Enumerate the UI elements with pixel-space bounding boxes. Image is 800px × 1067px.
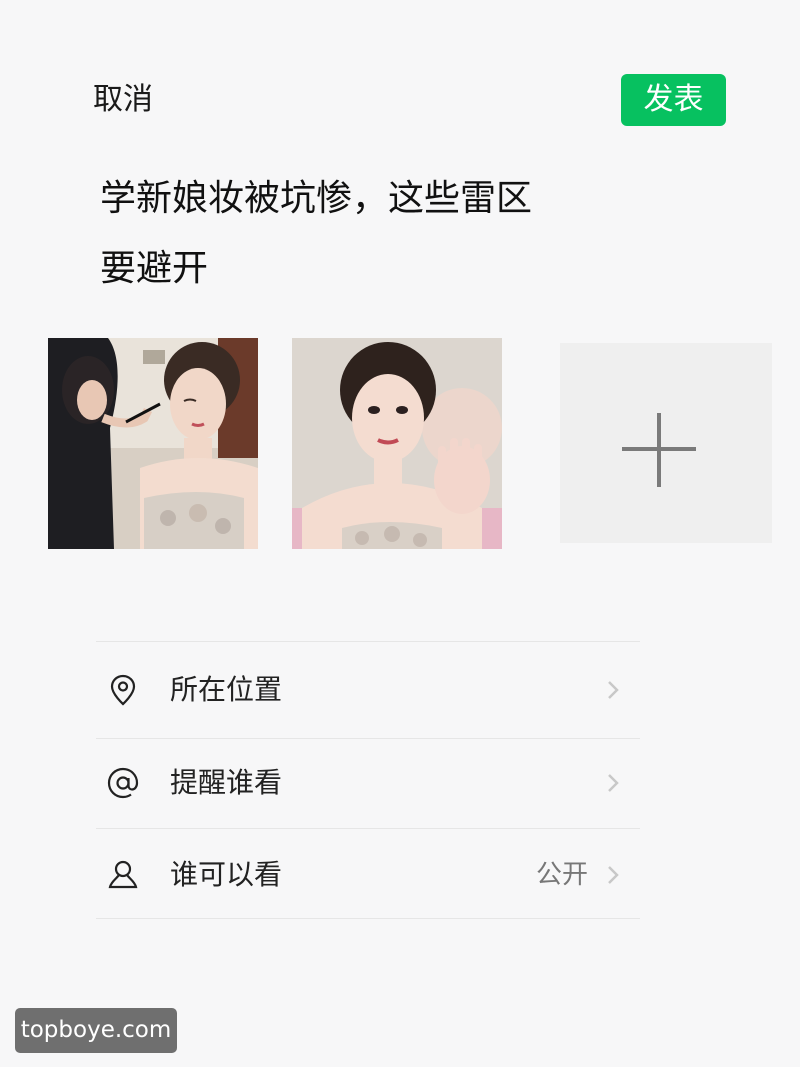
person-icon: [108, 860, 138, 889]
cancel-button[interactable]: 取消: [93, 80, 153, 120]
visibility-row[interactable]: 谁可以看 公开: [96, 830, 640, 920]
visibility-value: 公开: [535, 860, 588, 890]
location-row[interactable]: 所在位置: [96, 645, 640, 735]
chevron-right-icon: [608, 866, 619, 884]
chevron-right-icon: [608, 681, 619, 699]
chevron-right-icon: [608, 774, 619, 792]
photo-thumbnail-2[interactable]: [292, 338, 502, 549]
add-photo-button[interactable]: [560, 343, 772, 543]
photo-thumbnail-1[interactable]: [48, 338, 258, 549]
divider: [96, 641, 640, 642]
divider: [96, 828, 640, 829]
visibility-label: 谁可以看: [170, 858, 283, 891]
divider: [96, 918, 640, 919]
watermark-badge: topboye.com: [15, 1008, 177, 1053]
bride-waving-photo: [292, 338, 502, 549]
publish-button[interactable]: 发表: [621, 74, 726, 126]
mention-row[interactable]: 提醒谁看: [96, 738, 640, 828]
post-text-line-2: 要避开: [100, 248, 209, 289]
post-text-line-1: 学新娘妆被坑惨，这些雷区: [100, 178, 533, 219]
mention-label: 提醒谁看: [170, 766, 283, 799]
at-sign-icon: [107, 767, 139, 799]
location-label: 所在位置: [170, 673, 283, 706]
location-pin-icon: [110, 674, 136, 706]
makeup-artist-photo: [48, 338, 258, 549]
post-text[interactable]: 学新娘妆被坑惨，这些雷区 要避开: [100, 164, 620, 304]
